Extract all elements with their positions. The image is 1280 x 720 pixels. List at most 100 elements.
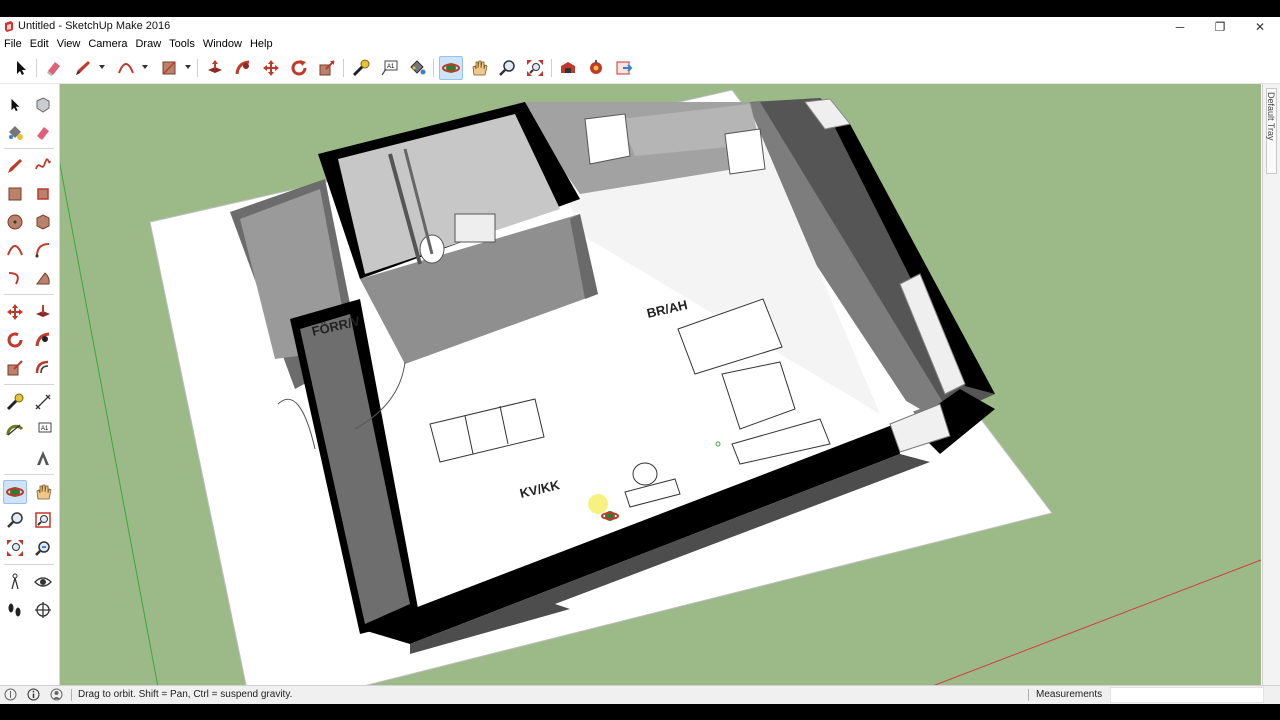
toolbar-separator	[36, 59, 37, 77]
zoom-extents-tool-button[interactable]	[3, 536, 27, 560]
status-bar: Drag to orbit. Shift = Pan, Ctrl = suspe…	[0, 685, 1280, 704]
title-bar: Untitled - SketchUp Make 2016 ─ ❐ ✕	[0, 17, 1280, 36]
send-to-layout-button[interactable]	[612, 56, 636, 80]
orbit-tool-button[interactable]	[3, 480, 27, 504]
zoom-window-tool-button[interactable]	[31, 508, 55, 532]
toolbar-separator	[4, 384, 54, 385]
follow-me-tool-button[interactable]	[31, 328, 55, 352]
offset-tool-button[interactable]	[31, 356, 55, 380]
circle-tool-button[interactable]	[3, 210, 27, 234]
pencil-tool-button[interactable]	[71, 56, 95, 80]
eraser-tool-button[interactable]	[31, 121, 55, 145]
menu-view[interactable]: View	[53, 36, 85, 53]
follow-me-tool-button[interactable]	[231, 56, 255, 80]
freehand-icon	[35, 158, 51, 170]
look-around-button[interactable]	[31, 570, 55, 594]
push-pull-tool-button[interactable]	[31, 300, 55, 324]
round-stool	[632, 462, 658, 486]
info-icon[interactable]	[27, 688, 40, 701]
rectangle-tool-button[interactable]	[157, 56, 181, 80]
maximize-button[interactable]: ❐	[1200, 17, 1240, 36]
pencil-icon	[76, 61, 90, 75]
zoom-extents-tool-button[interactable]	[523, 56, 547, 80]
chevron-down-icon[interactable]	[99, 64, 105, 70]
eye-icon	[34, 577, 52, 587]
push-pull-tool-button[interactable]	[203, 56, 227, 80]
user-icon[interactable]	[50, 688, 63, 701]
default-tray-tab[interactable]: Default Tray	[1266, 88, 1277, 174]
menu-draw[interactable]: Draw	[131, 36, 165, 53]
polygon-tool-button[interactable]	[31, 210, 55, 234]
line-tool-button[interactable]	[3, 154, 27, 178]
previous-view-button[interactable]	[31, 536, 55, 560]
sketchup-logo-icon	[5, 21, 13, 32]
tape-measure-tool-button[interactable]	[349, 56, 373, 80]
three-point-arc-tool-button[interactable]	[3, 266, 27, 290]
section-plane-icon	[35, 602, 51, 618]
paint-bucket-tool-button[interactable]	[405, 56, 429, 80]
zoom-tool-button[interactable]	[3, 508, 27, 532]
close-button[interactable]: ✕	[1240, 17, 1280, 36]
paint-bucket-tool-button[interactable]	[3, 121, 27, 145]
svg-text:A1: A1	[41, 426, 49, 432]
model-scene[interactable]: FÖRR/V BR/AH KV/KK	[60, 84, 1261, 687]
rectangle-tool-button[interactable]	[3, 182, 27, 206]
text-tool-button[interactable]: A1	[31, 418, 55, 442]
menu-camera[interactable]: Camera	[84, 36, 131, 53]
rotate-tool-button[interactable]	[3, 328, 27, 352]
chevron-down-icon[interactable]	[142, 64, 148, 70]
text-tool-button[interactable]: A1	[377, 56, 401, 80]
menu-help[interactable]: Help	[246, 36, 277, 53]
3d-text-tool-button[interactable]	[31, 446, 55, 470]
protractor-tool-button[interactable]	[3, 418, 27, 442]
geo-location-icon[interactable]	[4, 688, 17, 701]
two-point-arc-tool-button[interactable]	[31, 238, 55, 262]
zoom-tool-button[interactable]	[495, 56, 519, 80]
pan-icon	[36, 484, 52, 500]
rotated-rectangle-tool-button[interactable]	[31, 182, 55, 206]
select-tool-button[interactable]	[9, 56, 33, 80]
drawing-viewport[interactable]: FÖRR/V BR/AH KV/KK	[60, 84, 1261, 687]
move-tool-button[interactable]	[3, 300, 27, 324]
scale-tool-button[interactable]	[3, 356, 27, 380]
position-camera-button[interactable]	[3, 570, 27, 594]
move-tool-button[interactable]	[259, 56, 283, 80]
select-tool-button[interactable]	[3, 93, 27, 117]
footprints-icon	[8, 603, 21, 617]
rotate-icon	[291, 60, 307, 76]
scale-tool-button[interactable]	[315, 56, 339, 80]
text-icon: A1	[38, 422, 52, 433]
3d-warehouse-button[interactable]	[556, 56, 580, 80]
menu-edit[interactable]: Edit	[26, 36, 53, 53]
pan-tool-button[interactable]	[31, 480, 55, 504]
chevron-down-icon[interactable]	[185, 64, 191, 70]
tape-measure-tool-button[interactable]	[3, 390, 27, 414]
section-plane-button[interactable]	[31, 598, 55, 622]
toolbar-separator	[4, 294, 54, 295]
menu-file[interactable]: File	[0, 36, 26, 53]
green-axis	[60, 161, 159, 687]
extension-warehouse-button[interactable]	[584, 56, 608, 80]
toolbar-separator	[551, 59, 552, 77]
pan-tool-button[interactable]	[467, 56, 491, 80]
dimension-tool-button[interactable]	[31, 390, 55, 414]
position-camera-icon	[11, 573, 19, 590]
minimize-button[interactable]: ─	[1160, 17, 1200, 36]
pie-tool-button[interactable]	[31, 266, 55, 290]
menu-window[interactable]: Window	[199, 36, 246, 53]
warehouse-icon	[561, 62, 575, 73]
menu-tools[interactable]: Tools	[165, 36, 199, 53]
orbit-tool-button[interactable]	[439, 56, 463, 80]
zoom-icon	[499, 60, 515, 76]
eraser-tool-button[interactable]	[42, 56, 66, 80]
arc-tool-button[interactable]	[114, 56, 138, 80]
measurements-input[interactable]	[1110, 687, 1264, 703]
dimension-icon	[35, 394, 51, 410]
freehand-tool-button[interactable]	[31, 154, 55, 178]
polygon-icon	[36, 214, 50, 230]
rotate-tool-button[interactable]	[287, 56, 311, 80]
walk-button[interactable]	[3, 598, 27, 622]
arc-tool-button[interactable]	[3, 238, 27, 262]
make-component-button[interactable]	[31, 93, 55, 117]
orbit-icon	[442, 63, 460, 73]
